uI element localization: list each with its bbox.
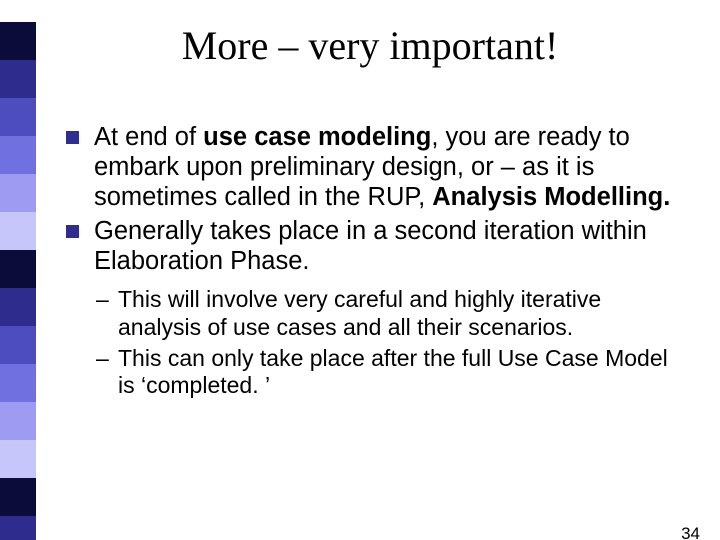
sidebar-block	[0, 364, 36, 402]
sidebar-block	[0, 136, 36, 174]
bullet-bold: use case modeling	[203, 123, 431, 151]
sidebar-block	[0, 478, 36, 516]
bullet-bold: Analysis Modelling.	[432, 183, 670, 211]
sidebar-block	[0, 516, 36, 540]
slide-content: At end of use case modeling, you are rea…	[66, 122, 676, 403]
bullet-text: At end of	[94, 123, 203, 151]
sidebar-block	[0, 22, 36, 60]
sidebar-block	[0, 212, 36, 250]
sub-bullet-item: This can only take place after the full …	[96, 345, 676, 399]
sidebar-block	[0, 402, 36, 440]
bullet-item: Generally takes place in a second iterat…	[66, 216, 676, 276]
sidebar-block	[0, 288, 36, 326]
sidebar-block	[0, 440, 36, 478]
sidebar-block	[0, 174, 36, 212]
bullet-text: Generally takes place in a second iterat…	[94, 217, 647, 275]
sidebar-block	[0, 326, 36, 364]
decorative-sidebar	[0, 22, 36, 540]
page-number: 34	[681, 524, 700, 540]
sidebar-block	[0, 98, 36, 136]
sidebar-block	[0, 60, 36, 98]
bullet-item: At end of use case modeling, you are rea…	[66, 122, 676, 212]
sidebar-block	[0, 250, 36, 288]
slide-title: More – very important!	[50, 22, 690, 69]
sub-bullet-item: This will involve very careful and highl…	[96, 286, 676, 340]
